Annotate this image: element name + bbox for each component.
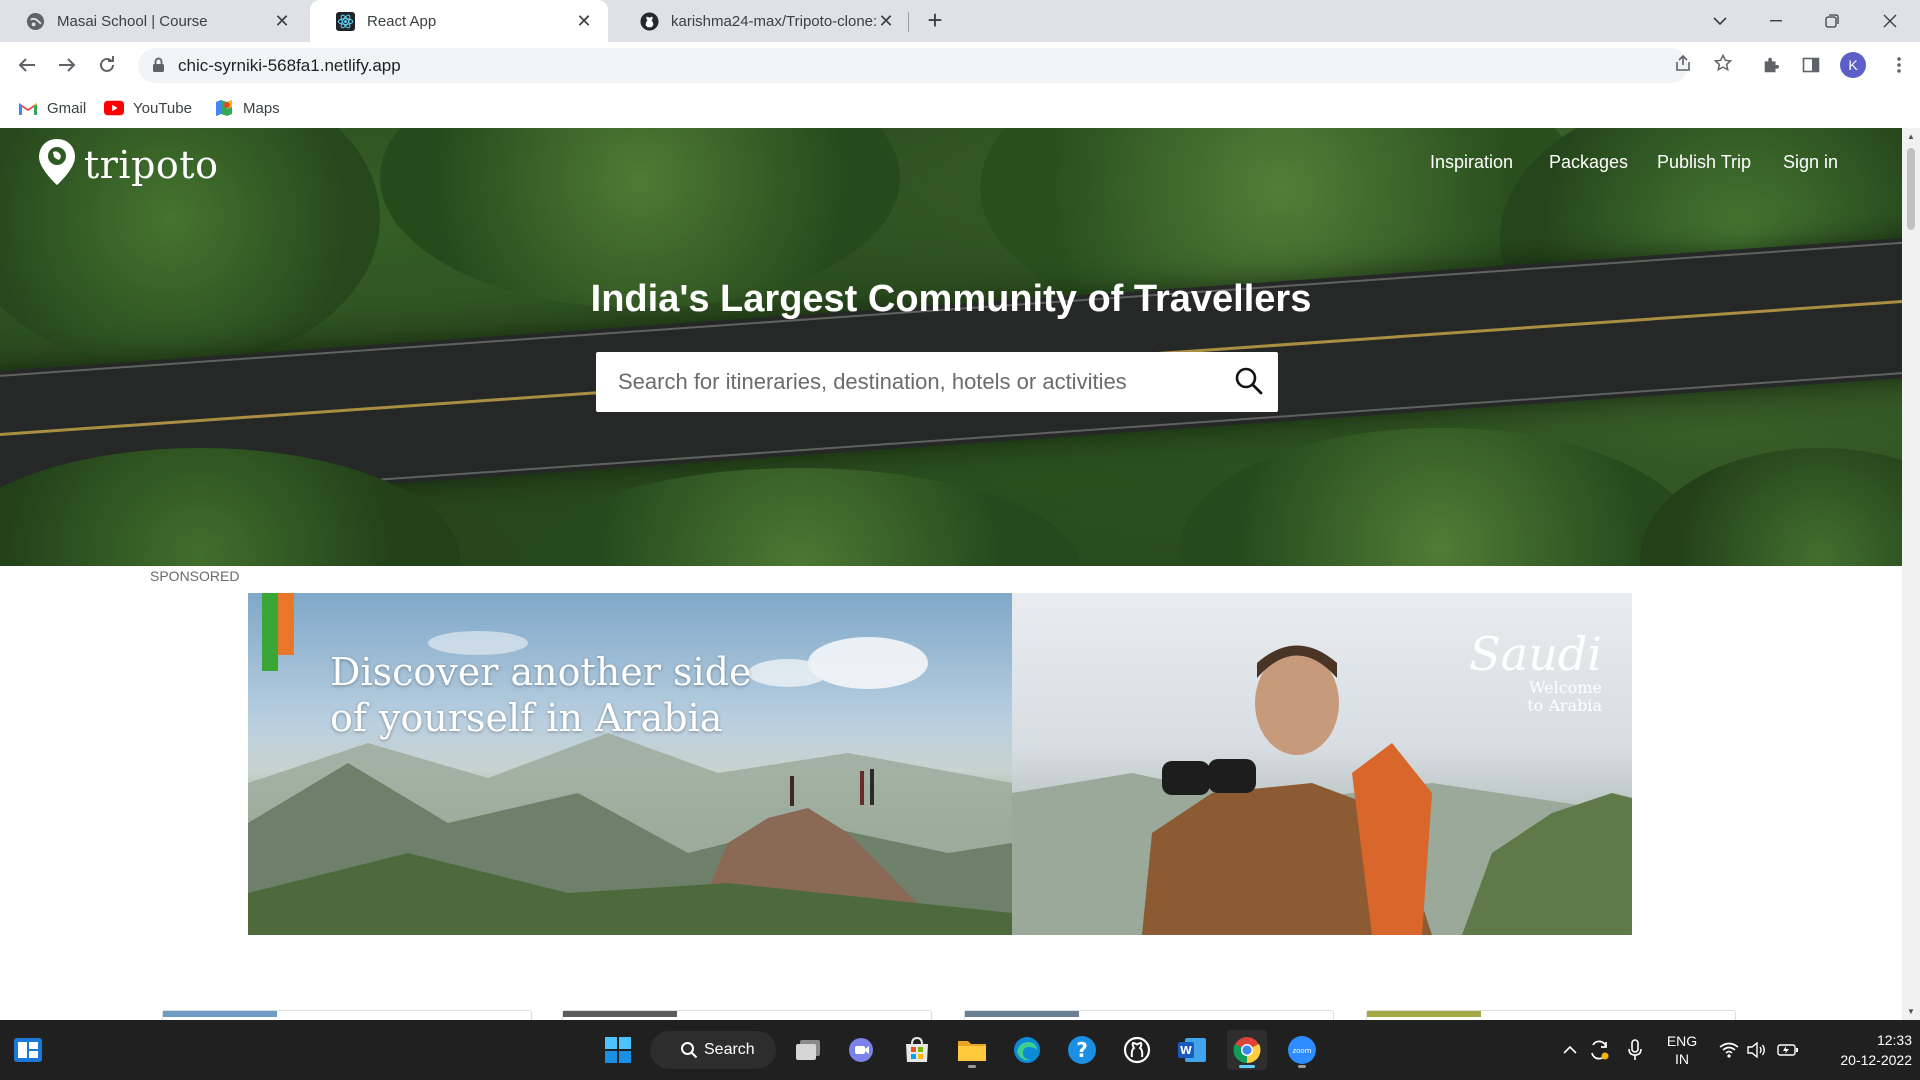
reload-icon[interactable] [92,50,122,80]
show-hidden-icons-icon[interactable] [1558,1020,1582,1080]
url-text[interactable]: chic-syrniki-568fa1.netlify.app [178,56,401,76]
menu-kebab-icon[interactable] [1884,50,1914,80]
bookmark-label: YouTube [133,99,192,117]
tab-title: karishma24-max/Tripoto-clone: T [671,12,881,30]
clock-date: 20-12-2022 [1840,1052,1912,1068]
microphone-icon[interactable] [1622,1020,1648,1080]
svg-text:?: ? [1076,1038,1088,1062]
tab-separator [908,12,909,32]
github-icon [640,11,659,31]
react-icon [336,11,355,31]
nav-packages[interactable]: Packages [1549,152,1628,173]
browser-toolbar: chic-syrniki-568fa1.netlify.app [0,42,1920,88]
clock-time: 12:33 [1876,1032,1912,1048]
maps-icon [214,100,234,116]
windows-taskbar: Search ? W zoom ENG IN 12:33 20-12-2022 [0,1020,1920,1080]
lock-icon[interactable] [152,57,165,78]
nav-sign-in[interactable]: Sign in [1783,152,1838,173]
tab-react-app[interactable]: React App ✕ [310,0,608,42]
close-window-icon[interactable] [1870,6,1910,36]
chrome-icon[interactable] [1227,1030,1267,1070]
task-view-icon[interactable] [788,1030,828,1070]
page-viewport: tripoto Inspiration Packages Publish Tri… [0,128,1902,1020]
bookmarks-bar: Gmail YouTube Maps [0,88,1920,128]
widgets-icon[interactable] [8,1030,48,1070]
tab-search-icon[interactable] [1700,6,1740,36]
nav-publish-trip[interactable]: Publish Trip [1657,152,1751,173]
taskbar-search[interactable]: Search [650,1031,776,1069]
search-icon[interactable] [1234,366,1264,396]
content-card[interactable] [562,1010,932,1020]
content-card[interactable] [162,1010,532,1020]
restore-icon[interactable] [1812,6,1852,36]
sync-icon[interactable] [1586,1020,1612,1080]
language-indicator[interactable]: ENG IN [1662,1020,1702,1080]
logo-text: tripoto [84,142,219,187]
battery-icon[interactable] [1774,1020,1802,1080]
help-icon[interactable]: ? [1062,1030,1102,1070]
bookmark-youtube[interactable]: YouTube [104,96,192,120]
hero-title: India's Largest Community of Travellers [590,278,1312,320]
wifi-icon[interactable] [1716,1020,1742,1080]
youtube-icon [104,100,124,116]
bookmark-gmail[interactable]: Gmail [18,96,86,120]
volume-icon[interactable] [1744,1020,1770,1080]
tab-github[interactable]: karishma24-max/Tripoto-clone: T ✕ [614,0,910,42]
tab-title: React App [367,12,437,30]
word-icon[interactable]: W [1172,1030,1212,1070]
tab-masai-school[interactable]: Masai School | Course ✕ [0,0,306,42]
content-card[interactable] [1366,1010,1736,1020]
clock[interactable]: 12:33 20-12-2022 [1812,1020,1912,1080]
start-windows-icon[interactable] [598,1030,638,1070]
scrollbar-thumb[interactable] [1907,148,1915,230]
github-desktop-icon[interactable] [1117,1030,1157,1070]
search-icon [680,1041,698,1064]
microsoft-store-icon[interactable] [897,1030,937,1070]
gmail-icon [18,100,38,116]
sponsored-ad-banner[interactable]: Discover another side of yourself in Ara… [248,593,1632,935]
back-icon[interactable] [12,50,42,80]
tripoto-logo[interactable]: tripoto [38,138,218,191]
forward-icon[interactable] [52,50,82,80]
ad-headline: Discover another side of yourself in Ara… [330,650,752,740]
edge-icon[interactable] [1007,1030,1047,1070]
page-scrollbar[interactable]: ▲ ▼ [1902,128,1920,1020]
content-card[interactable] [964,1010,1334,1020]
svg-text:zoom: zoom [1292,1047,1311,1055]
hero-banner: tripoto Inspiration Packages Publish Tri… [0,128,1902,566]
close-icon[interactable]: ✕ [574,11,594,31]
scroll-up-icon[interactable]: ▲ [1907,132,1915,141]
taskbar-search-label: Search [704,1041,755,1058]
close-icon[interactable]: ✕ [876,11,896,31]
scroll-down-icon[interactable]: ▼ [1907,1007,1915,1016]
new-tab-button[interactable]: + [922,7,948,34]
teams-chat-icon[interactable] [842,1030,882,1070]
ad-landscape-image: Discover another side of yourself in Ara… [248,593,1012,935]
masai-globe-icon [26,12,45,31]
share-icon[interactable] [1668,48,1698,78]
svg-text:W: W [1180,1044,1192,1057]
extensions-icon[interactable] [1756,50,1786,80]
file-explorer-icon[interactable] [952,1030,992,1070]
bookmark-label: Maps [243,99,280,117]
sponsored-label: SPONSORED [150,568,240,584]
tab-title: Masai School | Course [57,12,208,30]
ad-portrait-image: Saudi Welcome to Arabia [1012,593,1632,935]
bookmark-label: Gmail [47,99,87,117]
map-pin-icon [38,138,76,191]
zoom-icon[interactable]: zoom [1282,1030,1322,1070]
close-icon[interactable]: ✕ [272,11,292,31]
browser-tab-strip: Masai School | Course ✕ React App ✕ kari… [0,0,1920,42]
saudi-brand-logo: Saudi Welcome to Arabia [1469,627,1602,715]
search-input[interactable] [596,352,1216,412]
bookmark-maps[interactable]: Maps [214,96,280,120]
address-bar[interactable]: chic-syrniki-568fa1.netlify.app [138,48,1688,83]
minimize-icon[interactable] [1756,6,1796,36]
bookmark-star-icon[interactable] [1708,48,1738,78]
profile-avatar[interactable]: K [1840,52,1866,78]
search-box [596,352,1278,412]
nav-inspiration[interactable]: Inspiration [1430,152,1513,173]
side-panel-icon[interactable] [1796,50,1826,80]
